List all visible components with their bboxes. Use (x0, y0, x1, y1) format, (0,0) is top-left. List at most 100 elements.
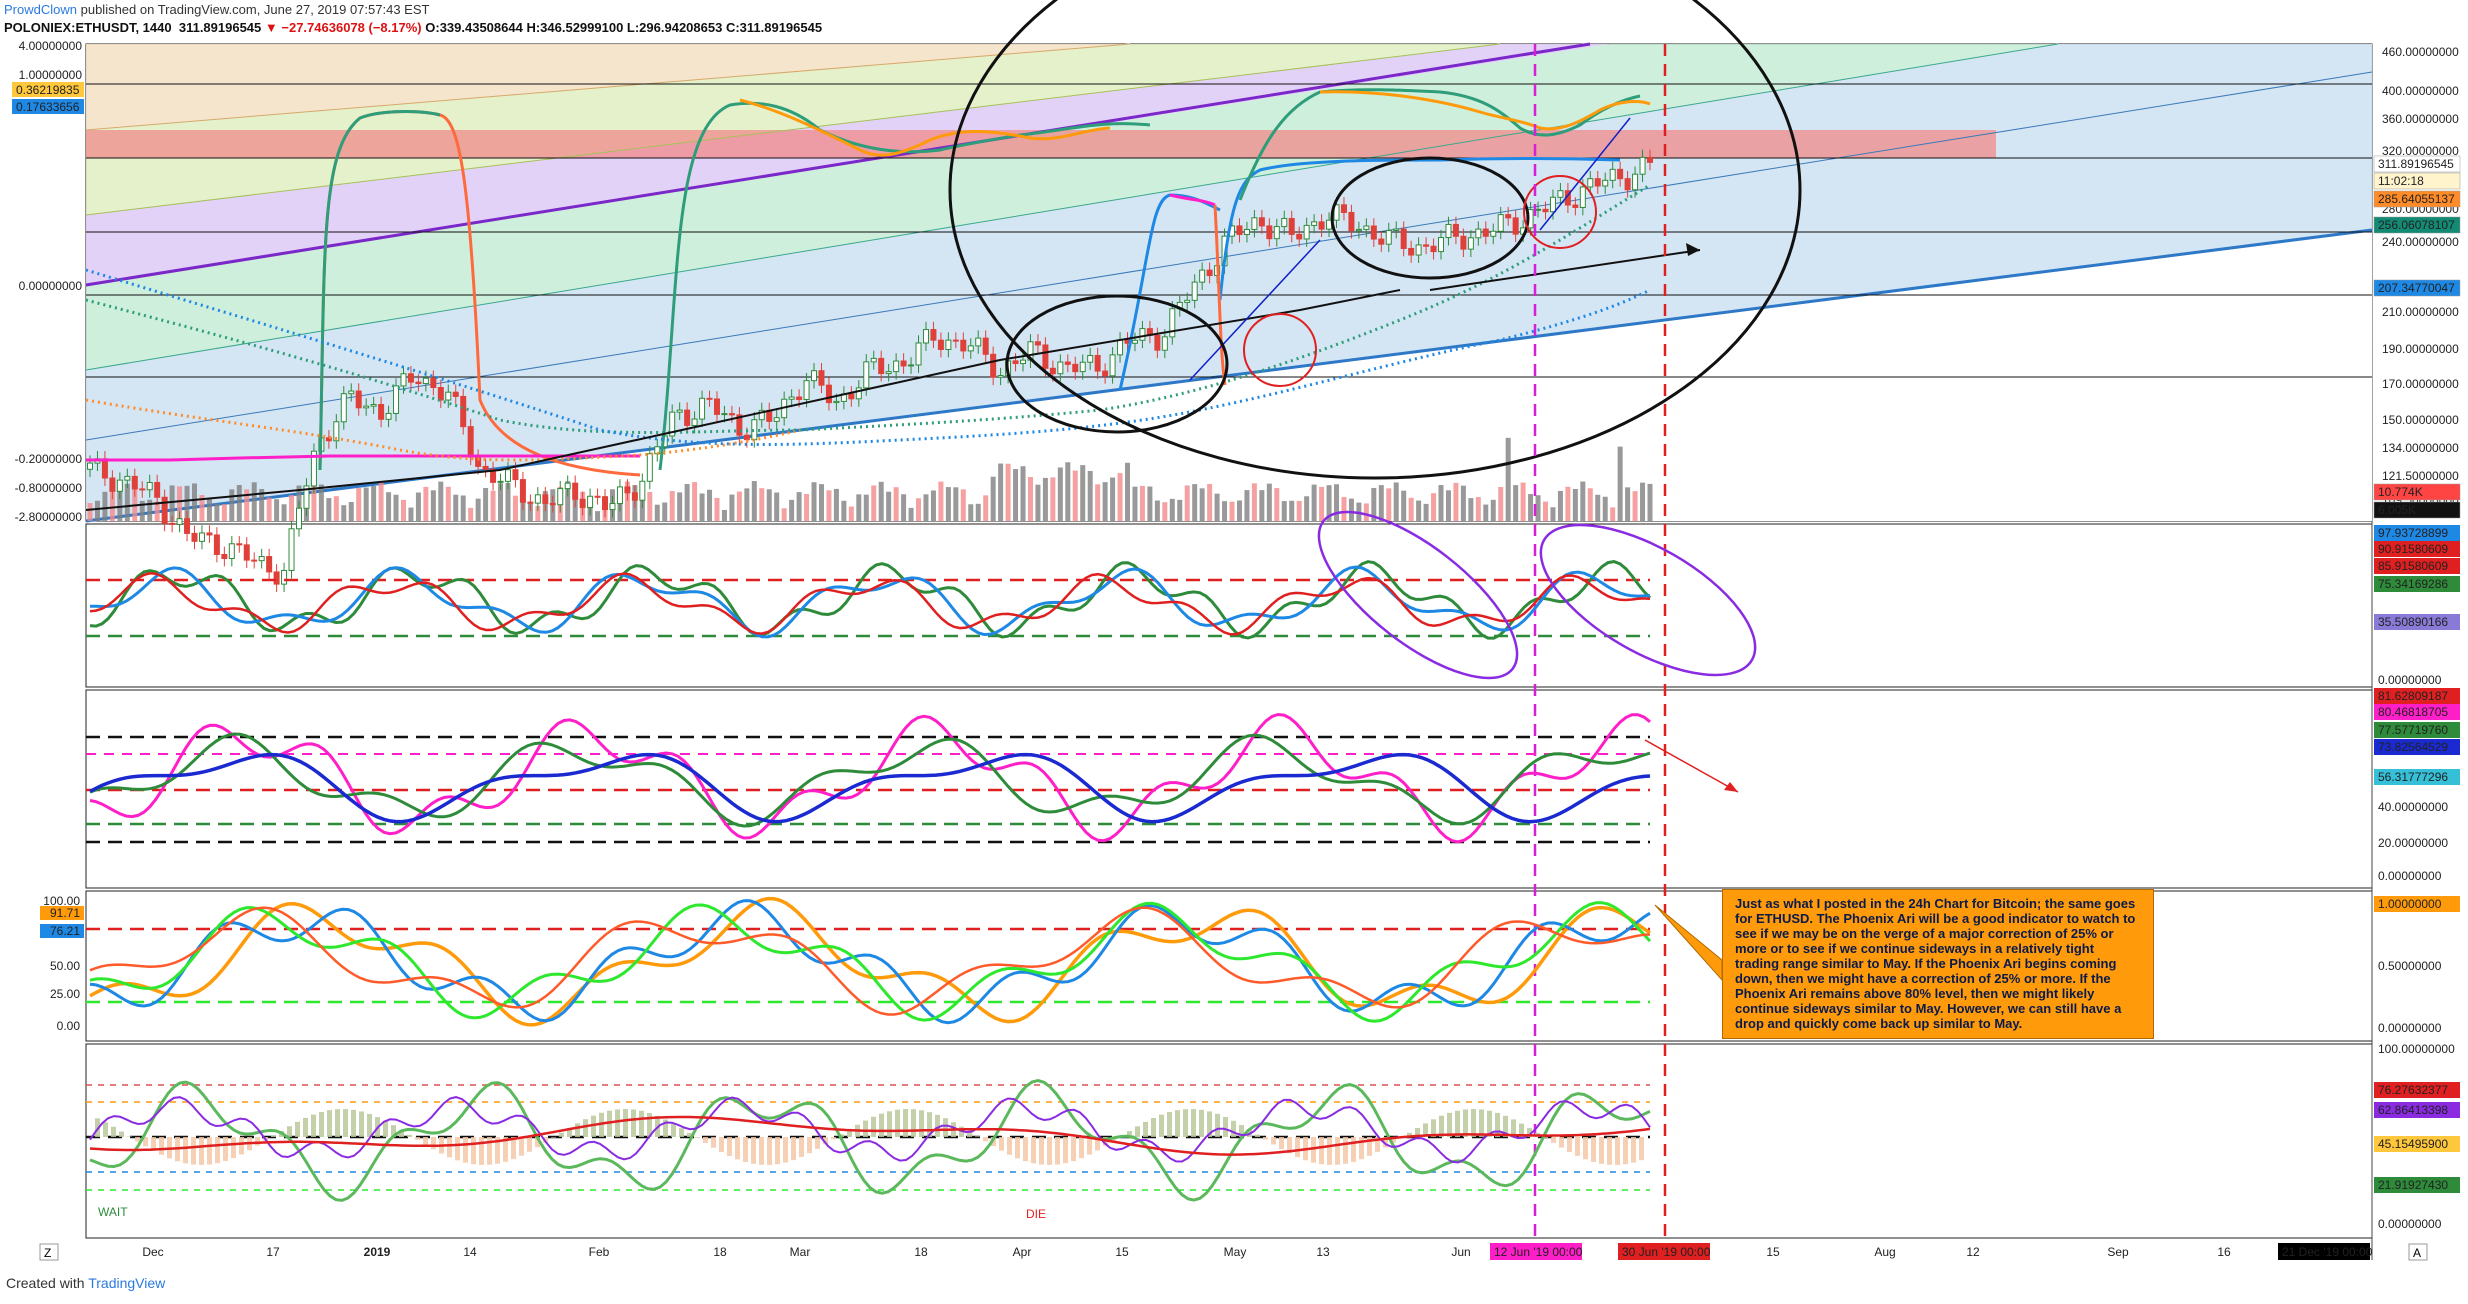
volume-bar (1251, 483, 1257, 521)
volume-bar (983, 495, 989, 521)
candle-body (1467, 237, 1474, 250)
level-badge-text: 100.00000000 (2378, 1042, 2455, 1056)
time-tick-label: 16 (2217, 1245, 2231, 1259)
histogram-bar (639, 1110, 644, 1137)
candle (258, 548, 265, 569)
volume-bar (1274, 488, 1280, 521)
volume-bar (707, 489, 713, 521)
candle-body (743, 434, 750, 441)
volume-bar (274, 499, 280, 521)
candle-body (355, 390, 362, 409)
histogram-bar (239, 1137, 244, 1155)
candle-body (1460, 235, 1467, 250)
volume-bar (886, 491, 892, 521)
candle-body (572, 482, 579, 500)
candle-body (1393, 228, 1400, 231)
volume-bar (1057, 467, 1063, 521)
candle-body (676, 409, 683, 413)
volume-bar (998, 463, 1004, 521)
volume-bar (759, 488, 765, 521)
volume-bar (923, 494, 929, 521)
volume-bar (289, 495, 295, 521)
candle (281, 562, 288, 593)
candle-body (422, 377, 429, 385)
level-badge-text: 21.91927430 (2378, 1178, 2448, 1192)
candle-body (1363, 225, 1370, 230)
histogram-bar (295, 1121, 300, 1137)
price-tick-label: 121.50000000 (2382, 469, 2459, 483)
level-badge-text: 0.50000000 (2378, 959, 2442, 973)
level-badge-text: 73.82564529 (2378, 740, 2448, 754)
histogram-bar (311, 1114, 316, 1137)
volume-bar (654, 504, 660, 521)
candle-body (878, 357, 885, 375)
volume-bar (1027, 477, 1033, 521)
phoenix-ari-pane (86, 896, 1723, 1027)
histogram-bar (1223, 1116, 1228, 1137)
price-badge-text: 10.774K (2378, 485, 2423, 499)
candle-body (825, 384, 832, 404)
level-badge-text: 62.86413398 (2378, 1103, 2448, 1117)
histogram-bar (1327, 1137, 1332, 1165)
candle (191, 525, 198, 550)
time-axis: Dec 17 2019 14 Feb 18 Mar 18 Apr 15 May 13 Jun 15 Aug 1… (142, 1243, 2373, 1260)
volume-bar (1528, 494, 1534, 521)
histogram-bar (983, 1137, 988, 1142)
histogram-bar (831, 1137, 836, 1140)
histogram-bar (551, 1137, 556, 1138)
candle-body (1139, 328, 1146, 341)
volume-bar (1035, 484, 1041, 521)
volume-bar (1602, 496, 1608, 521)
volume-bar (1259, 490, 1265, 521)
volume-bar (1192, 484, 1198, 521)
volume-bar (356, 488, 362, 521)
volume-bar (1460, 485, 1466, 521)
tradingview-logo[interactable]: TradingView (88, 1275, 165, 1291)
zoom-button-z[interactable]: Z (44, 1246, 51, 1260)
histogram-bar (383, 1120, 388, 1137)
volume-bar (1341, 497, 1347, 521)
fib-fan-background (86, 44, 2372, 521)
candle-body (251, 559, 258, 562)
volume-bar (214, 503, 220, 521)
price-tick-label: 400.00000000 (2382, 84, 2459, 98)
histogram-bar (479, 1137, 484, 1165)
auto-scale-button[interactable]: A (2413, 1246, 2421, 1260)
candle-body (228, 543, 235, 560)
candle-body (616, 486, 623, 505)
volume-bar (281, 504, 287, 521)
candle (273, 564, 280, 593)
volume-bar (1513, 485, 1519, 521)
time-tick-label: 13 (1316, 1245, 1330, 1259)
candle-body (1557, 190, 1564, 198)
left-axis: 4.00000000 1.00000000 0.00000000 -0.2000000… (12, 39, 84, 524)
candle-body (908, 364, 915, 367)
candle (213, 527, 220, 563)
candle-body (684, 409, 691, 426)
candle-body (1318, 221, 1325, 230)
candle (198, 525, 205, 550)
volume-bar (1423, 503, 1429, 521)
volume-bar (1080, 465, 1086, 521)
candle-body (1311, 221, 1318, 226)
volume-bar (1348, 498, 1354, 521)
left-tick-label: 0.00000000 (19, 279, 83, 293)
candle-body (1072, 363, 1079, 373)
histogram-bar (911, 1109, 916, 1137)
candle (266, 548, 273, 580)
price-badge-text: 285.64055137 (2378, 192, 2455, 206)
histogram-bar (1271, 1137, 1276, 1145)
chart-canvas[interactable]: 460.00000000400.00000000360.00000000320.… (0, 0, 2468, 1304)
candle-body (960, 339, 967, 352)
time-tick-label: Sep (2107, 1245, 2129, 1259)
time-tick-label: 2019 (364, 1245, 391, 1259)
time-tick-label: 15 (1766, 1245, 1780, 1259)
volume-bar (677, 492, 683, 521)
histogram-bar (1047, 1137, 1052, 1165)
candle-body (161, 496, 168, 524)
volume-bar (326, 498, 332, 521)
candle-body (1154, 334, 1161, 351)
histogram-bar (879, 1113, 884, 1137)
level-badge-text: 40.00000000 (2378, 800, 2448, 814)
volume-bar (699, 493, 705, 521)
